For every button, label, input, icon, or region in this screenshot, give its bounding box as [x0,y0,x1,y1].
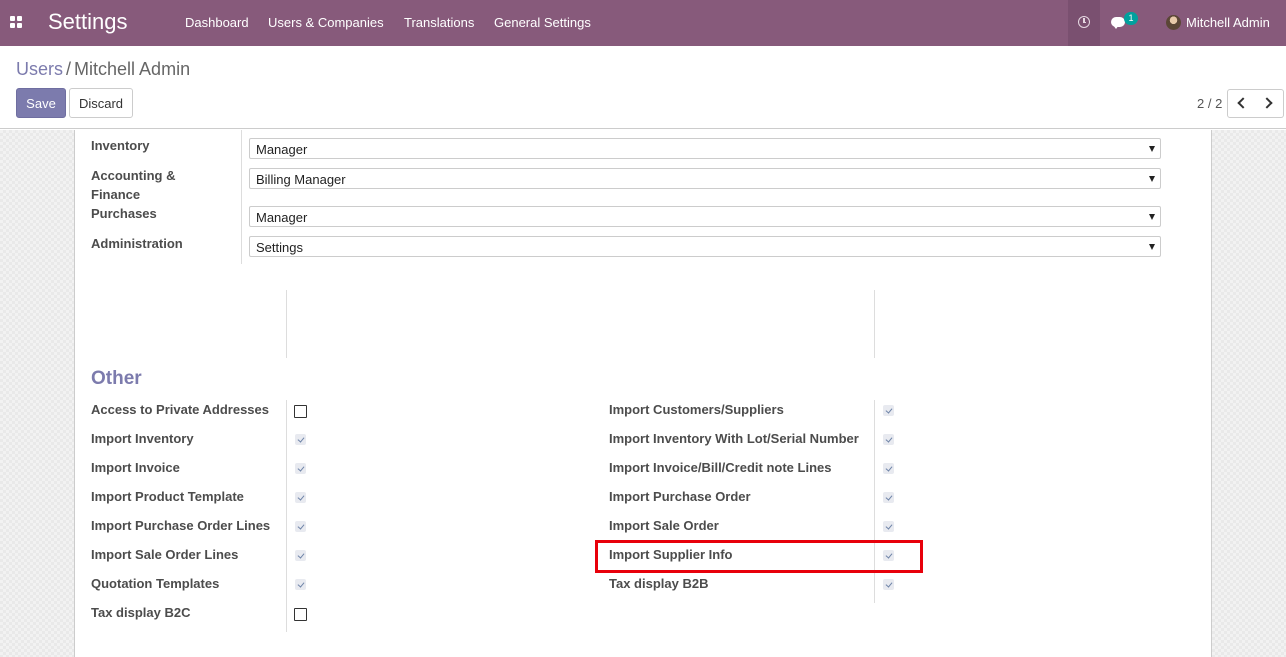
label-import-invoice: Import Invoice [91,460,180,475]
checkbox-import-inventory [295,434,306,445]
checkbox-quotation-templates [295,579,306,590]
label-inventory: Inventory [91,138,150,153]
section-title-other: Other [91,368,142,389]
divider [874,290,875,358]
divider [286,290,287,358]
breadcrumb-current: Mitchell Admin [74,59,191,79]
breadcrumb-separator: / [66,59,72,79]
label-import-inventory-lot-serial: Import Inventory With Lot/Serial Number [609,431,859,446]
select-accounting-finance[interactable]: Billing Manager [249,168,1161,189]
select-purchases[interactable]: Manager [249,206,1161,227]
checkbox-import-invoice-bill-credit-lines [883,463,894,474]
label-import-customers-suppliers: Import Customers/Suppliers [609,402,784,417]
label-import-product-template: Import Product Template [91,489,244,504]
label-import-invoice-bill-credit-lines: Import Invoice/Bill/Credit note Lines [609,460,832,475]
label-import-sale-order-lines: Import Sale Order Lines [91,547,239,562]
checkbox-import-product-template [295,492,306,503]
menu-general-settings[interactable]: General Settings [494,15,591,30]
checkbox-tax-display-b2c[interactable] [294,608,307,621]
divider [286,400,287,632]
activity-button[interactable] [1068,0,1100,46]
label-import-purchase-order-lines: Import Purchase Order Lines [91,518,271,533]
breadcrumb-users[interactable]: Users [16,59,63,79]
apps-menu-icon[interactable] [10,16,22,28]
label-import-purchase-order: Import Purchase Order [609,489,751,504]
label-purchases: Purchases [91,206,157,221]
checkbox-import-invoice [295,463,306,474]
select-administration[interactable]: Settings [249,236,1161,257]
app-title: Settings [48,9,128,34]
chat-counter-badge: 1 [1124,12,1138,25]
top-navbar: Settings Dashboard Users & Companies Tra… [0,0,1286,46]
checkbox-import-purchase-order [883,492,894,503]
breadcrumb: Users / Mitchell Admin [16,59,190,80]
label-import-inventory: Import Inventory [91,431,194,446]
checkbox-tax-display-b2b [883,579,894,590]
pager-previous-button[interactable] [1227,89,1256,118]
checkbox-import-purchase-order-lines [295,521,306,532]
caret-down-icon [1149,146,1155,152]
chat-icon [1111,17,1125,29]
label-tax-display-b2c: Tax display B2C [91,605,191,620]
form-view: Inventory Manager Accounting & Finance B… [0,130,1286,657]
checkbox-access-private-addresses[interactable] [294,405,307,418]
select-purchases-value: Manager [256,210,308,225]
label-access-private-addresses: Access to Private Addresses [91,402,270,417]
control-panel: Users / Mitchell Admin Save Discard 2 / 2 [0,46,1286,129]
menu-users-companies[interactable]: Users & Companies [268,15,384,30]
label-import-sale-order: Import Sale Order [609,518,719,533]
select-accounting-value: Billing Manager [256,172,346,187]
pager-value[interactable]: 2 / 2 [1197,96,1222,111]
label-administration: Administration [91,236,183,251]
divider [241,130,242,264]
checkbox-import-supplier-info [883,550,894,561]
checkbox-import-customers-suppliers [883,405,894,416]
divider [874,400,875,603]
select-inventory[interactable]: Manager [249,138,1161,159]
label-tax-display-b2b: Tax display B2B [609,576,709,591]
select-administration-value: Settings [256,240,303,255]
caret-down-icon [1149,176,1155,182]
chevron-left-icon [1237,97,1249,109]
checkbox-import-inventory-lot-serial [883,434,894,445]
save-button[interactable]: Save [16,88,66,118]
label-accounting-finance: Accounting & Finance [91,168,176,202]
caret-down-icon [1149,244,1155,250]
user-menu[interactable]: Mitchell Admin [1186,15,1270,30]
select-inventory-value: Manager [256,142,308,157]
menu-dashboard[interactable]: Dashboard [185,15,249,30]
messaging-button[interactable]: 1 [1110,12,1140,34]
menu-translations[interactable]: Translations [404,15,474,30]
label-quotation-templates: Quotation Templates [91,576,220,591]
discard-button[interactable]: Discard [69,88,133,118]
pager-next-button[interactable] [1255,89,1284,118]
checkbox-import-sale-order [883,521,894,532]
label-import-supplier-info: Import Supplier Info [609,547,733,562]
caret-down-icon [1149,214,1155,220]
user-avatar[interactable] [1166,15,1181,30]
checkbox-import-sale-order-lines [295,550,306,561]
form-sheet: Inventory Manager Accounting & Finance B… [74,130,1212,657]
chevron-right-icon [1261,97,1273,109]
clock-icon [1078,16,1090,28]
